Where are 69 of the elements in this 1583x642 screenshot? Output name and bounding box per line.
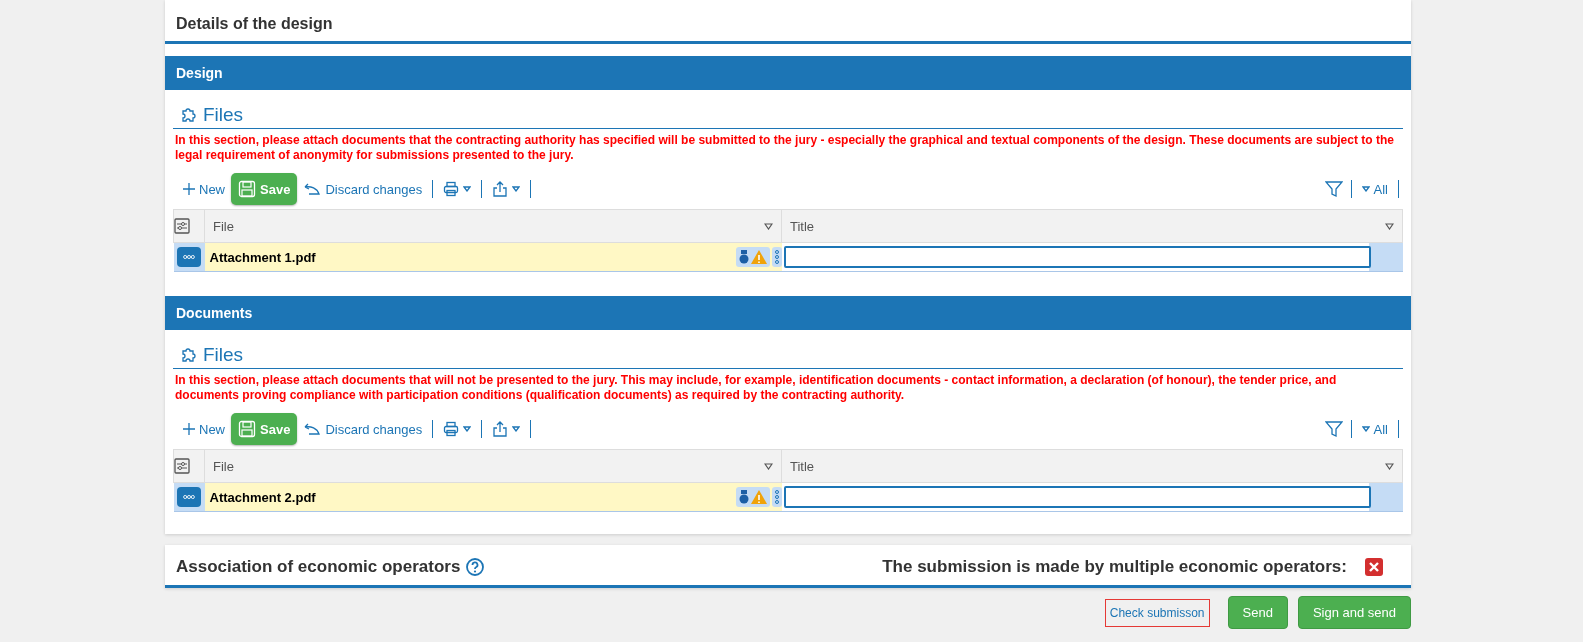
file-name: Attachment 2.pdf (209, 489, 316, 505)
caret-icon (463, 186, 472, 192)
sort-caret-icon[interactable] (764, 462, 773, 470)
title-input-field[interactable] (783, 486, 1371, 508)
check-submission-link[interactable]: Check submisson (1104, 598, 1210, 627)
ellipsis-icon (183, 254, 195, 260)
share-icon (492, 180, 509, 198)
all-filter-button[interactable]: All (1359, 421, 1390, 437)
title-input-field[interactable] (783, 246, 1371, 268)
instruction-text: In this section, please attach documents that the contracting authority has specified will be submitted to the jury - especially the graphical and textual components of the design. These documents are subject to the legal requirement of anonymity for submissions presented to the jury. (174, 132, 1395, 163)
filter-icon[interactable] (1324, 420, 1343, 438)
file-name: Attachment 1.pdf (209, 249, 316, 265)
column-header: File (213, 458, 234, 474)
sort-caret-icon[interactable] (1385, 462, 1394, 470)
section-heading: Files (203, 104, 244, 126)
puzzle-icon (179, 106, 197, 124)
new-button[interactable]: New (181, 181, 227, 197)
print-button[interactable] (441, 421, 474, 437)
export-button[interactable] (490, 420, 523, 438)
more-options-button[interactable] (771, 247, 782, 267)
caret-icon (512, 426, 521, 432)
association-title: Association of economic operators (176, 557, 461, 577)
warning-icon (749, 249, 768, 265)
printer-icon (443, 181, 460, 197)
save-button[interactable]: Save (231, 413, 298, 445)
sliders-icon (174, 218, 190, 234)
share-icon (492, 420, 509, 438)
puzzle-icon (179, 346, 197, 364)
vertical-dots-icon (773, 490, 780, 504)
discard-button[interactable]: Discard changes (301, 181, 425, 197)
column-header: File (213, 218, 234, 234)
all-filter-button[interactable]: All (1359, 181, 1390, 197)
submit-button[interactable]: Send (1227, 596, 1288, 629)
warning-icon (749, 489, 768, 505)
ellipsis-icon (183, 494, 195, 500)
caret-icon (1361, 426, 1370, 432)
plus-icon (183, 183, 195, 195)
sliders-icon (174, 458, 190, 474)
row-menu-button[interactable] (177, 487, 201, 507)
caret-icon (463, 426, 472, 432)
new-button[interactable]: New (181, 421, 227, 437)
section-header: Design (165, 56, 1411, 90)
multiple-operators-label: The submission is made by multiple economic operators: (882, 557, 1347, 577)
save-button[interactable]: Save (231, 173, 298, 205)
sort-caret-icon[interactable] (764, 222, 773, 230)
print-button[interactable] (441, 181, 474, 197)
caret-icon (512, 186, 521, 192)
submit-button[interactable]: Sign and send (1297, 596, 1411, 629)
column-header: Title (790, 218, 815, 234)
printer-icon (443, 421, 460, 437)
instruction-text: In this section, please attach documents that will not be presented to the jury. This may include, for example, identification documents - contact information, a declaration (of honour), the tender price, and documents proving compliance with participation conditions (qualification documents) as required by the contracting authority. (174, 372, 1338, 403)
undo-icon (303, 423, 322, 435)
medal-icon (737, 490, 750, 504)
discard-button[interactable]: Discard changes (301, 421, 425, 437)
filter-icon[interactable] (1324, 180, 1343, 198)
medal-icon (737, 250, 750, 264)
caret-icon (1361, 186, 1370, 192)
sort-caret-icon[interactable] (1385, 222, 1394, 230)
help-icon[interactable] (466, 558, 485, 576)
more-options-button[interactable] (771, 487, 782, 507)
plus-icon (183, 423, 195, 435)
row-menu-button[interactable] (177, 247, 201, 267)
section-header: Documents (165, 296, 1411, 330)
export-button[interactable] (490, 180, 523, 198)
column-header: Title (790, 458, 815, 474)
panel-title: Details of the design (165, 0, 1411, 44)
section-heading: Files (203, 344, 244, 366)
vertical-dots-icon (773, 250, 780, 264)
undo-icon (303, 183, 322, 195)
